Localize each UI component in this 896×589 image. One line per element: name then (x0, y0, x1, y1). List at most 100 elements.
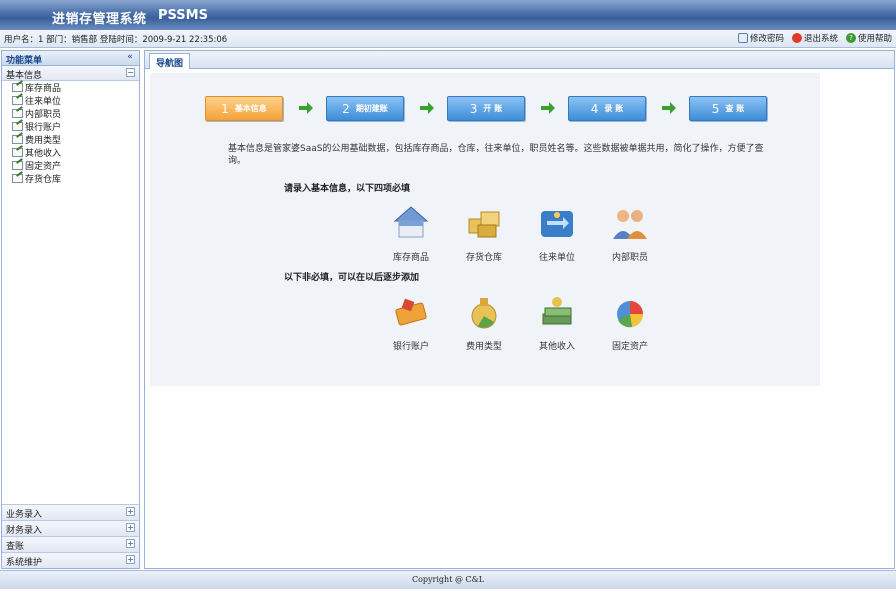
sidebar-item-label: 其他收入 (25, 149, 62, 159)
optional-heading: 以下非必填，可以在以后逐步添加 (284, 273, 420, 283)
step-number: 5 (711, 101, 720, 116)
sidebar-item-label: 固定资产 (25, 162, 62, 172)
boxes-icon (468, 211, 500, 238)
step-open-books-button[interactable]: 3 开 账 (447, 96, 525, 121)
edit-icon (12, 148, 23, 157)
users-icon (613, 210, 647, 239)
collapse-group-icon[interactable]: − (126, 68, 135, 77)
arrow-right-icon (541, 102, 555, 114)
user-info-text: 用户名：1 部门：销售部 登陆时间：2009-9-21 22:35:06 (4, 35, 228, 45)
required-heading: 请录入基本信息，以下四项必填 (284, 184, 411, 194)
edit-icon (12, 83, 23, 92)
sidebar-item-label: 内部职员 (25, 110, 62, 120)
navigation-content: 1 基本信息 2 期初建账 3 开 账 4 录 账 5 查 账 基本信息是管家婆… (150, 73, 820, 386)
arrow-right-icon (420, 102, 434, 114)
sidebar-group-finance-entry[interactable]: 财务录入 + (2, 520, 139, 536)
expand-icon[interactable]: + (126, 507, 135, 516)
sidebar-group-label: 财务录入 (6, 526, 43, 536)
sidebar-item-inventory[interactable]: 库存商品 (2, 81, 139, 94)
logout-button[interactable]: 退出系统 (791, 32, 838, 44)
tile-label: 费用类型 (465, 342, 502, 352)
tile-label: 银行账户 (392, 342, 429, 352)
sidebar-group-label: 系统维护 (6, 558, 43, 568)
sidebar-tree: 库存商品 往来单位 内部职员 银行账户 费用类型 其他收入 固定资产 存货仓库 (2, 81, 139, 504)
exchange-icon (541, 211, 573, 237)
help-button[interactable]: ? 使用帮助 (845, 32, 892, 44)
tile-inventory[interactable]: 库存商品 (386, 203, 436, 263)
step-opening-accounts-button[interactable]: 2 期初建账 (326, 96, 404, 121)
expand-icon[interactable]: + (126, 523, 135, 532)
help-icon: ? (845, 33, 856, 43)
card-icon (395, 298, 427, 326)
house-icon (393, 206, 429, 238)
step-number: 3 (469, 101, 478, 116)
footer: Copyright @ C&L (0, 570, 896, 589)
sidebar-item-label: 往来单位 (25, 97, 62, 107)
step-label: 查 账 (725, 104, 745, 113)
sidebar-group-audit[interactable]: 查账 + (2, 536, 139, 552)
help-label: 使用帮助 (857, 34, 892, 44)
top-actions: 修改密码 退出系统 ? 使用帮助 (737, 32, 892, 44)
step-number: 2 (342, 101, 350, 116)
sidebar-item-staff[interactable]: 内部职员 (2, 107, 139, 120)
main-panel: 导航图 1 基本信息 2 期初建账 3 开 账 4 录 账 5 查 账 基本信息… (144, 50, 895, 569)
sidebar-group-label: 查账 (6, 542, 25, 552)
tile-other-income[interactable]: 其他收入 (532, 292, 582, 352)
step-label: 基本信息 (234, 104, 267, 113)
sidebar-group-label: 基本信息 (6, 71, 43, 81)
sidebar-group-basic-info[interactable]: 基本信息 − (2, 66, 139, 81)
arrow-right-icon (299, 102, 313, 114)
tab-navigation-map[interactable]: 导航图 (149, 53, 191, 69)
sidebar-item-bank[interactable]: 银行账户 (2, 120, 139, 133)
app-title: 进销存管理系统 (52, 12, 147, 27)
sidebar-item-label: 存货仓库 (25, 175, 62, 185)
sidebar-item-expense-types[interactable]: 费用类型 (2, 133, 139, 146)
money-bag-icon (471, 298, 497, 329)
sidebar-group-label: 业务录入 (6, 510, 43, 520)
sidebar-group-system-maintenance[interactable]: 系统维护 + (2, 552, 139, 568)
description-text: 基本信息是管家婆SaaS的公用基础数据，包括库存商品，仓库，往来单位，职员姓名等… (228, 144, 764, 166)
sidebar-item-partners[interactable]: 往来单位 (2, 94, 139, 107)
step-record-entries-button[interactable]: 4 录 账 (568, 96, 646, 121)
edit-icon (12, 161, 23, 170)
tile-label: 往来单位 (538, 253, 575, 263)
tile-staff[interactable]: 内部职员 (605, 203, 655, 263)
sidebar-item-other-income[interactable]: 其他收入 (2, 146, 139, 159)
logout-label: 退出系统 (803, 34, 838, 44)
collapse-sidebar-icon[interactable]: « (124, 52, 136, 63)
change-password-button[interactable]: 修改密码 (737, 32, 784, 44)
sidebar-item-label: 费用类型 (25, 136, 62, 146)
title-bar: 进销存管理系统 PSSMS (0, 0, 896, 30)
sidebar-collapsed-groups: 业务录入 + 财务录入 + 查账 + 系统维护 + (2, 504, 139, 568)
change-password-label: 修改密码 (749, 34, 784, 44)
sidebar-title: 功能菜单 (6, 56, 43, 66)
sidebar-item-fixed-assets[interactable]: 固定资产 (2, 159, 139, 172)
tile-label: 内部职员 (611, 253, 648, 263)
arrow-right-icon (662, 102, 676, 114)
edit-icon (12, 109, 23, 118)
sidebar-item-label: 库存商品 (25, 84, 62, 94)
tile-bank-accounts[interactable]: 银行账户 (386, 292, 436, 352)
sidebar-item-label: 银行账户 (25, 123, 62, 133)
step-label: 开 账 (483, 104, 503, 113)
step-audit-button[interactable]: 5 查 账 (689, 96, 767, 121)
tab-strip: 导航图 (145, 51, 894, 69)
step-number: 4 (590, 101, 599, 116)
tile-label: 存货仓库 (465, 253, 502, 263)
tile-fixed-assets[interactable]: 固定资产 (605, 292, 655, 352)
workflow-steps: 1 基本信息 2 期初建账 3 开 账 4 录 账 5 查 账 (205, 96, 775, 122)
step-basic-info-button[interactable]: 1 基本信息 (205, 96, 283, 121)
expand-icon[interactable]: + (126, 555, 135, 564)
tile-label: 库存商品 (392, 253, 429, 263)
tile-partners[interactable]: 往来单位 (532, 203, 582, 263)
expand-icon[interactable]: + (126, 539, 135, 548)
tile-warehouse[interactable]: 存货仓库 (459, 203, 509, 263)
step-label: 期初建账 (355, 104, 388, 113)
cash-stack-icon (542, 297, 572, 325)
sidebar-item-warehouses[interactable]: 存货仓库 (2, 172, 139, 185)
edit-icon (12, 174, 23, 183)
sidebar-group-business-entry[interactable]: 业务录入 + (2, 504, 139, 520)
brand-name: PSSMS (158, 8, 208, 23)
step-number: 1 (221, 101, 229, 116)
tile-expense-types[interactable]: 费用类型 (459, 292, 509, 352)
